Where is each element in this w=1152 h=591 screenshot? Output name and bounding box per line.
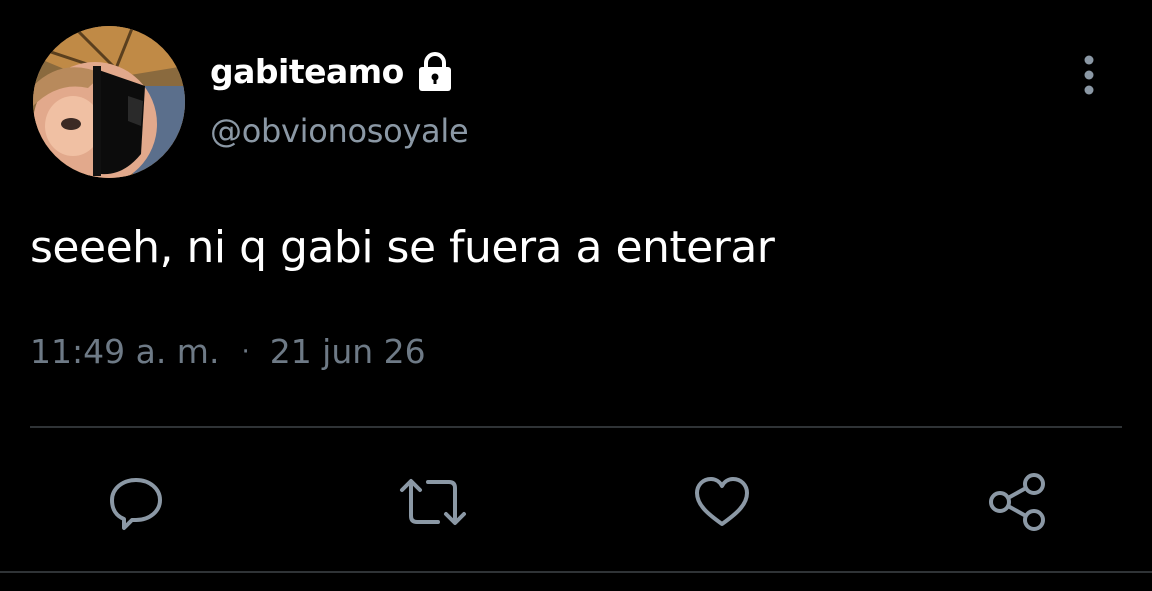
- display-name-row[interactable]: gabiteamo: [210, 46, 456, 96]
- retweet-button[interactable]: [398, 472, 466, 532]
- share-button[interactable]: [986, 472, 1046, 532]
- divider: [30, 426, 1122, 428]
- share-icon: [989, 473, 1045, 531]
- tweet-detail: gabiteamo @obvionosoyale seeeh, ni q gab…: [0, 0, 1152, 591]
- user-handle[interactable]: @obvionosoyale: [210, 112, 469, 150]
- like-button[interactable]: [692, 472, 752, 532]
- avatar-image: [33, 26, 185, 178]
- display-name[interactable]: gabiteamo: [210, 52, 404, 91]
- tweet-time: 11:49 a. m.: [30, 332, 220, 371]
- tweet-date: 21 jun 26: [269, 332, 426, 371]
- reply-button[interactable]: [106, 472, 166, 532]
- avatar[interactable]: [33, 26, 185, 178]
- heart-icon: [695, 477, 749, 526]
- tweet-text: seeeh, ni q gabi se fuera a enterar: [30, 222, 775, 273]
- separator-dot: ·: [241, 336, 250, 367]
- tweet-timestamp[interactable]: 11:49 a. m. · 21 jun 26: [30, 332, 426, 371]
- more-vertical-icon[interactable]: [1074, 52, 1104, 98]
- reply-icon: [110, 478, 162, 530]
- bottom-divider: [0, 571, 1152, 573]
- lock-icon: [414, 50, 456, 92]
- retweet-icon: [400, 479, 466, 525]
